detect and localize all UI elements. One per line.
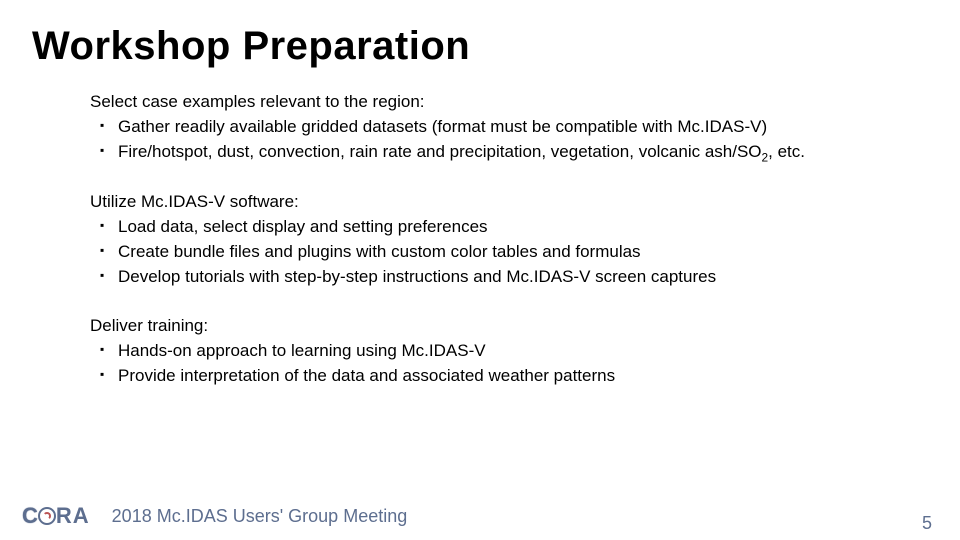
- cira-logo: C RA: [22, 503, 90, 529]
- bullet-list: Hands-on approach to learning using Mc.I…: [90, 340, 870, 388]
- list-item: Create bundle files and plugins with cus…: [118, 241, 870, 264]
- logo-letters-ra: RA: [56, 503, 90, 529]
- list-item: Fire/hotspot, dust, convection, rain rat…: [118, 141, 870, 165]
- bullet-list: Gather readily available gridded dataset…: [90, 116, 870, 165]
- footer-text: 2018 Mc.IDAS Users' Group Meeting: [112, 506, 408, 527]
- slide: Workshop Preparation Select case example…: [0, 0, 960, 540]
- footer: C RA 2018 Mc.IDAS Users' Group Meeting 5: [0, 500, 960, 540]
- page-number: 5: [922, 513, 932, 534]
- section-lead: Utilize Mc.IDAS-V software:: [90, 191, 870, 214]
- section-block: Utilize Mc.IDAS-V software: Load data, s…: [90, 191, 870, 289]
- page-title: Workshop Preparation: [32, 24, 870, 69]
- list-item: Hands-on approach to learning using Mc.I…: [118, 340, 870, 363]
- list-item: Develop tutorials with step-by-step inst…: [118, 266, 870, 289]
- section-block: Deliver training: Hands-on approach to l…: [90, 315, 870, 388]
- bullet-list: Load data, select display and setting pr…: [90, 216, 870, 289]
- logo-letter-c: C: [22, 503, 38, 529]
- section-lead: Deliver training:: [90, 315, 870, 338]
- list-item: Gather readily available gridded dataset…: [118, 116, 870, 139]
- list-item: Load data, select display and setting pr…: [118, 216, 870, 239]
- list-item: Provide interpretation of the data and a…: [118, 365, 870, 388]
- logo-swirl-icon: [38, 507, 56, 525]
- section-lead: Select case examples relevant to the reg…: [90, 91, 870, 114]
- section-block: Select case examples relevant to the reg…: [90, 91, 870, 165]
